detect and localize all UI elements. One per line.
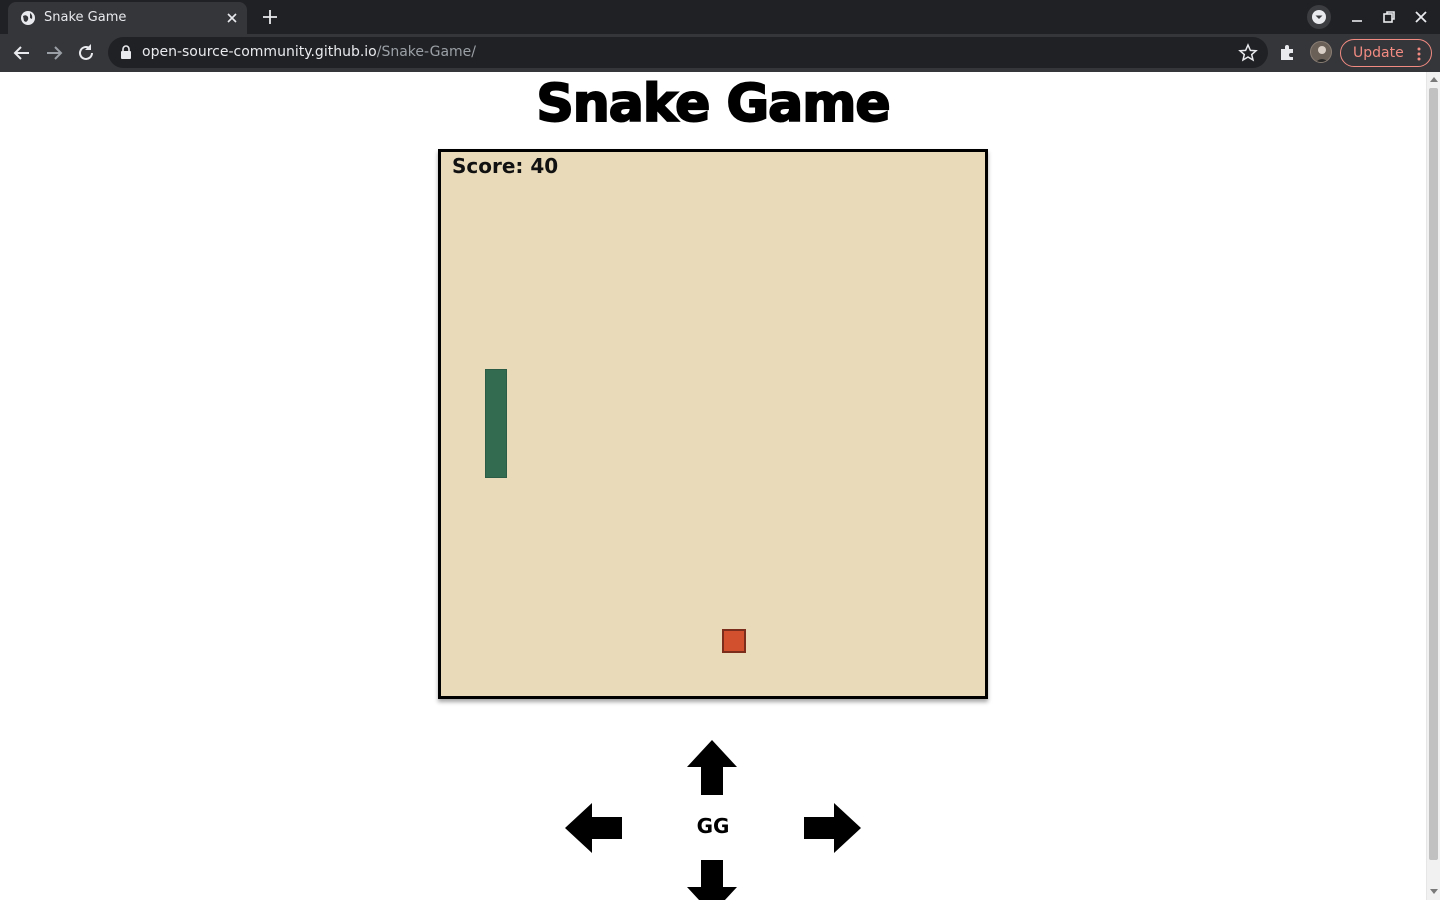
arrow-down-icon[interactable] xyxy=(686,859,738,900)
page-title: Snake Game xyxy=(535,73,891,135)
extensions-puzzle-icon[interactable] xyxy=(1278,42,1298,62)
chevron-down-icon xyxy=(1312,10,1326,24)
forward-arrow-icon[interactable] xyxy=(42,41,66,65)
profile-avatar[interactable] xyxy=(1310,41,1332,63)
update-button[interactable]: Update xyxy=(1340,39,1432,67)
close-window-icon[interactable] xyxy=(1413,9,1429,25)
snake-body xyxy=(485,369,507,478)
update-label: Update xyxy=(1353,45,1404,61)
reload-icon[interactable] xyxy=(74,41,98,65)
url-path: /Snake-Game/ xyxy=(376,44,476,60)
bookmark-star-icon[interactable] xyxy=(1238,43,1258,63)
arrow-left-icon[interactable] xyxy=(564,802,624,854)
globe-icon xyxy=(21,11,35,25)
restore-icon[interactable] xyxy=(1381,9,1397,25)
browser-toolbar: open-source-community.github.io/Snake-Ga… xyxy=(0,34,1440,72)
more-menu-icon[interactable] xyxy=(1417,47,1421,61)
page-scrollbar[interactable] xyxy=(1426,72,1440,900)
url-host: open-source-community.github.io xyxy=(142,44,377,60)
new-tab-icon[interactable] xyxy=(259,6,281,28)
scrollbar-thumb[interactable] xyxy=(1429,88,1438,860)
score-display: Score: 40 xyxy=(452,154,559,178)
lock-icon[interactable] xyxy=(120,45,132,59)
scroll-up-icon[interactable] xyxy=(1430,76,1438,84)
game-board[interactable]: Score: 40 xyxy=(438,149,988,699)
arrow-up-icon[interactable] xyxy=(686,739,738,797)
browser-tab-strip: Snake Game xyxy=(0,0,1440,34)
tab-snake-game[interactable]: Snake Game xyxy=(8,2,247,34)
tab-search-button[interactable] xyxy=(1307,5,1331,29)
close-tab-icon[interactable] xyxy=(224,10,240,26)
profile-photo-icon xyxy=(1315,46,1329,62)
back-arrow-icon[interactable] xyxy=(10,41,34,65)
tab-title: Snake Game xyxy=(44,10,127,25)
food-item xyxy=(722,629,746,653)
url-text[interactable]: open-source-community.github.io/Snake-Ga… xyxy=(142,44,476,60)
address-bar[interactable]: open-source-community.github.io/Snake-Ga… xyxy=(108,37,1268,68)
minimize-icon[interactable] xyxy=(1349,9,1365,25)
scroll-down-icon[interactable] xyxy=(1430,887,1438,895)
center-label: GG xyxy=(696,814,730,838)
arrow-right-icon[interactable] xyxy=(802,802,862,854)
